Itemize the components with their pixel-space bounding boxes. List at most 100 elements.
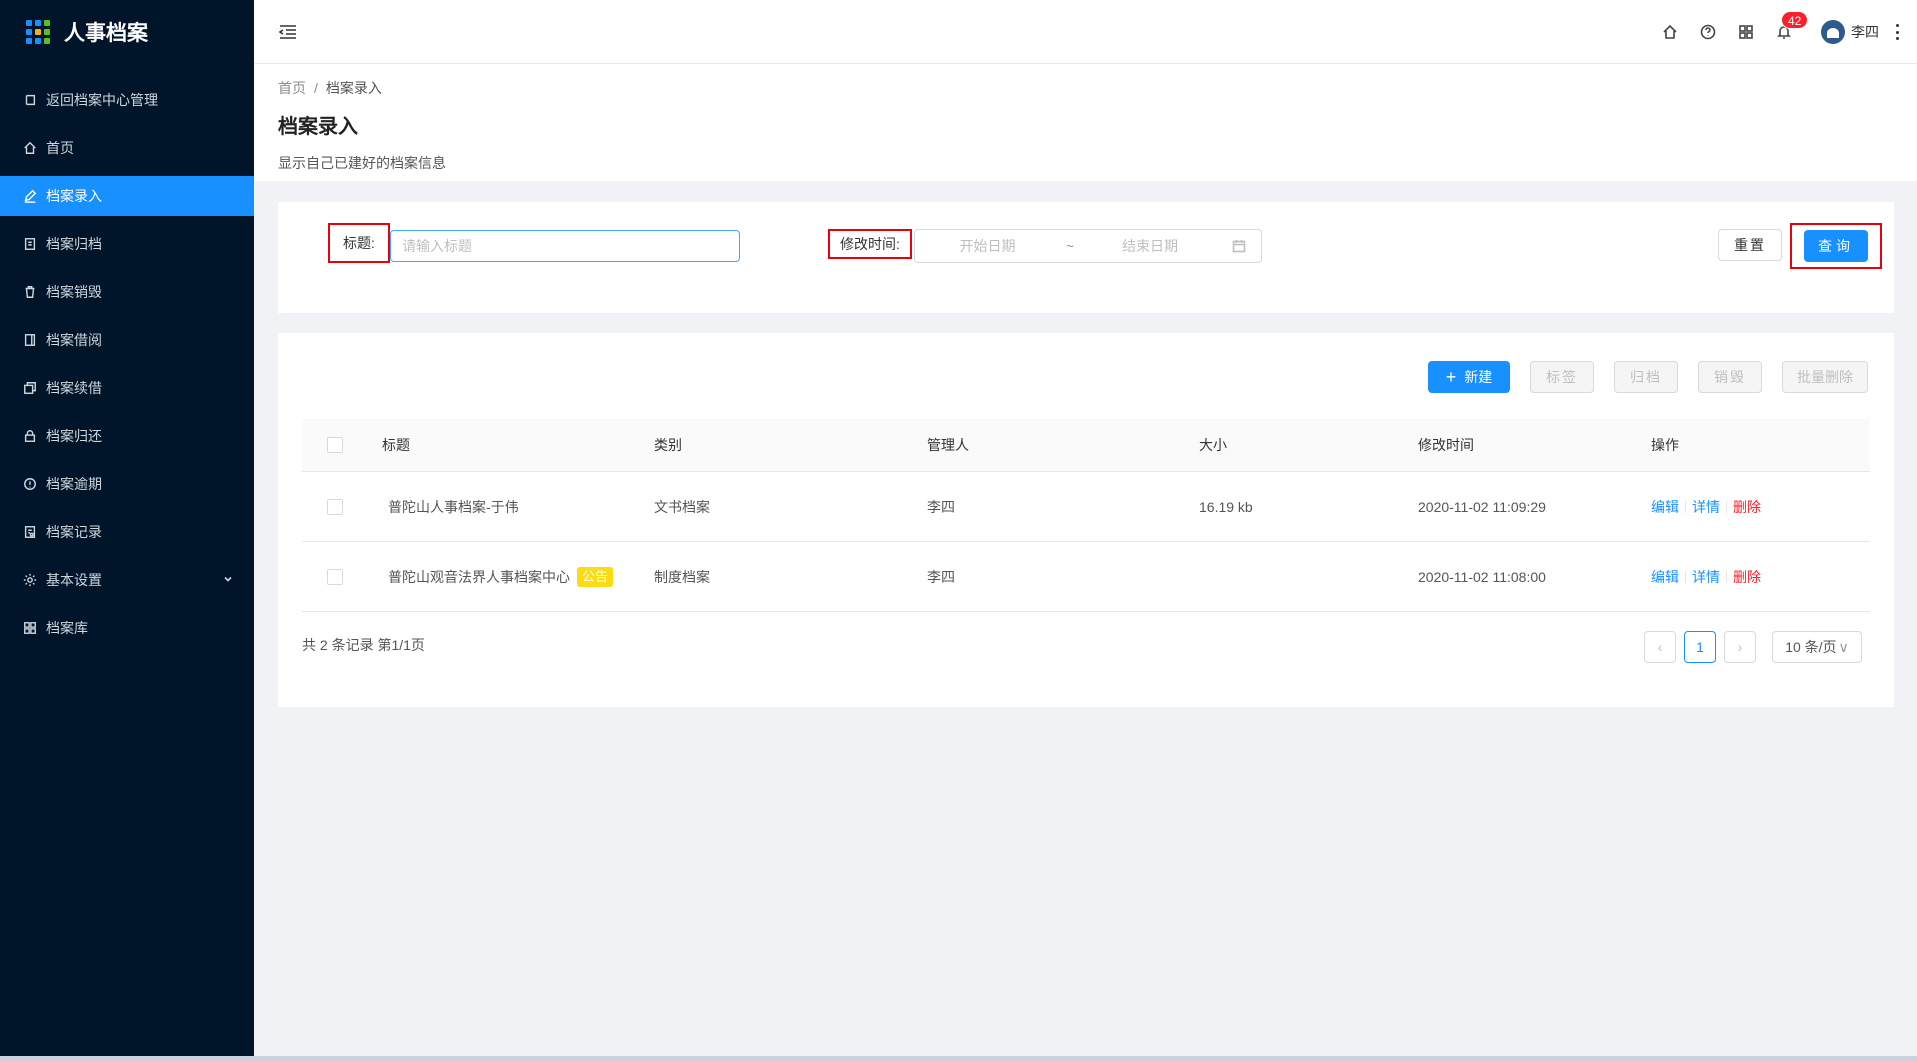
- page-size-select[interactable]: 10 条/页 ∨: [1772, 631, 1862, 663]
- top-header: 42 李四: [254, 0, 1917, 64]
- sidebar-item-label: 档案归档: [46, 236, 102, 252]
- row-actions: 编辑 详情 删除: [1651, 542, 1761, 611]
- detail-link[interactable]: 详情: [1692, 567, 1720, 587]
- return-icon: [22, 92, 38, 108]
- batch-delete-button[interactable]: 批量删除: [1782, 361, 1868, 393]
- username: 李四: [1851, 24, 1879, 40]
- help-icon[interactable]: [1699, 23, 1717, 41]
- column-header-title: 标题: [382, 437, 410, 453]
- row-checkbox[interactable]: [327, 498, 343, 515]
- column-header-actions: 操作: [1651, 437, 1679, 453]
- plus-icon: +: [1445, 367, 1457, 387]
- sidebar-item-borrow[interactable]: 档案借阅: [0, 320, 254, 360]
- query-button[interactable]: 查询: [1804, 230, 1868, 262]
- row-checkbox[interactable]: [327, 568, 343, 585]
- tag-button[interactable]: 标签: [1530, 361, 1594, 393]
- sidebar-item-label: 档案借阅: [46, 332, 102, 348]
- row-modified-time: 2020-11-02 11:08:00: [1418, 568, 1546, 585]
- row-title: 普陀山观音法界人事档案中心: [388, 568, 570, 585]
- page-1-button[interactable]: 1: [1684, 631, 1716, 663]
- table-row: 普陀山观音法界人事档案中心 公告 制度档案 李四 2020-11-02 11:0…: [302, 542, 1870, 612]
- breadcrumb-home[interactable]: 首页: [278, 80, 306, 96]
- edit-icon: [22, 188, 38, 204]
- chevron-down-icon: [222, 572, 234, 584]
- search-panel: 标题: 修改时间: 开始日期 ~ 结束日期 重置 查询: [278, 202, 1894, 313]
- delete-link[interactable]: 删除: [1733, 497, 1761, 517]
- destroy-button[interactable]: 销毁: [1698, 361, 1762, 393]
- avatar: [1821, 20, 1845, 44]
- row-type: 文书档案: [654, 498, 710, 515]
- home-icon[interactable]: [1661, 23, 1679, 41]
- sidebar-item-log[interactable]: 档案记录: [0, 512, 254, 552]
- row-owner: 李四: [927, 568, 955, 585]
- sidebar-item-label: 首页: [46, 140, 74, 156]
- reset-button[interactable]: 重置: [1718, 229, 1782, 261]
- select-all-checkbox[interactable]: [327, 437, 343, 453]
- pagination: ‹ 1 › 10 条/页 ∨: [1644, 631, 1862, 663]
- user-menu[interactable]: 李四: [1821, 20, 1879, 44]
- sidebar-item-return[interactable]: 返回档案中心管理: [0, 80, 254, 120]
- calendar-icon: [1232, 239, 1246, 253]
- row-modified-time: 2020-11-02 11:09:29: [1418, 498, 1546, 515]
- apps-icon[interactable]: [1737, 23, 1755, 41]
- pagination-summary: 共 2 条记录 第1/1页: [302, 637, 425, 653]
- column-header-modified-time: 修改时间: [1418, 437, 1474, 453]
- sidebar-item-renew[interactable]: 档案续借: [0, 368, 254, 408]
- trash-icon: [22, 284, 38, 300]
- app-logo[interactable]: 人事档案: [0, 0, 254, 64]
- sidebar-item-return-record[interactable]: 档案归还: [0, 416, 254, 456]
- archive-button[interactable]: 归档: [1614, 361, 1678, 393]
- sidebar-item-home[interactable]: 首页: [0, 128, 254, 168]
- delete-link[interactable]: 删除: [1733, 567, 1761, 587]
- app-title: 人事档案: [64, 22, 148, 45]
- records-table: 标题 类别 管理人 大小 修改时间 操作 普陀山人事档案-于伟 文书档案 李四 …: [302, 419, 1870, 612]
- sidebar-item-settings[interactable]: 基本设置: [0, 560, 254, 600]
- header-actions: 42 李四: [1651, 0, 1901, 64]
- sidebar-item-library[interactable]: 档案库: [0, 608, 254, 648]
- edit-link[interactable]: 编辑: [1651, 497, 1679, 517]
- next-page-button[interactable]: ›: [1724, 631, 1756, 663]
- more-vertical-icon[interactable]: [1893, 22, 1901, 42]
- new-button[interactable]: + 新建: [1428, 361, 1510, 393]
- row-title-cell: 普陀山观音法界人事档案中心 公告: [388, 542, 614, 611]
- table-toolbar: + 新建 标签 归档 销毁 批量删除: [1408, 361, 1868, 393]
- end-date-input[interactable]: 结束日期: [1080, 236, 1220, 256]
- taskbar-strip: [0, 1056, 1917, 1061]
- sidebar-item-archive[interactable]: 档案归档: [0, 224, 254, 264]
- sidebar-item-destroy[interactable]: 档案销毁: [0, 272, 254, 312]
- archive-icon: [22, 236, 38, 252]
- notification-badge: 42: [1781, 11, 1809, 29]
- warning-icon: [22, 476, 38, 492]
- title-search-input[interactable]: [390, 230, 740, 262]
- home-icon: [22, 140, 38, 156]
- date-separator: ~: [1065, 238, 1075, 254]
- menu-fold-icon[interactable]: [278, 22, 298, 42]
- bell-icon[interactable]: 42: [1775, 11, 1809, 41]
- chevron-down-icon: ∨: [1838, 638, 1849, 655]
- detail-link[interactable]: 详情: [1692, 497, 1720, 517]
- new-button-label: 新建: [1464, 369, 1493, 385]
- sidebar-item-label: 基本设置: [46, 572, 102, 588]
- sidebar-item-label: 档案续借: [46, 380, 102, 396]
- modified-time-label: 修改时间:: [828, 229, 912, 259]
- sidebar-item-label: 档案录入: [46, 188, 102, 204]
- edit-link[interactable]: 编辑: [1651, 567, 1679, 587]
- sidebar-item-label: 档案归还: [46, 428, 102, 444]
- row-owner: 李四: [927, 498, 955, 515]
- table-header: 标题 类别 管理人 大小 修改时间 操作: [302, 419, 1870, 472]
- sidebar-item-overdue[interactable]: 档案逾期: [0, 464, 254, 504]
- record-icon: [22, 524, 38, 540]
- grid-icon: [22, 620, 38, 636]
- apps-grid-icon: [26, 20, 50, 44]
- breadcrumb-current: 档案录入: [325, 80, 382, 96]
- column-header-owner: 管理人: [927, 437, 969, 453]
- start-date-input[interactable]: 开始日期: [915, 236, 1060, 256]
- date-range-picker[interactable]: 开始日期 ~ 结束日期: [914, 229, 1262, 263]
- prev-page-button[interactable]: ‹: [1644, 631, 1676, 663]
- column-header-size: 大小: [1199, 437, 1227, 453]
- divider: [1726, 500, 1727, 513]
- breadcrumb: 首页 / 档案录入: [278, 78, 1893, 98]
- sidebar-item-record-entry[interactable]: 档案录入: [0, 176, 254, 216]
- gear-icon: [22, 572, 38, 588]
- book-icon: [22, 332, 38, 348]
